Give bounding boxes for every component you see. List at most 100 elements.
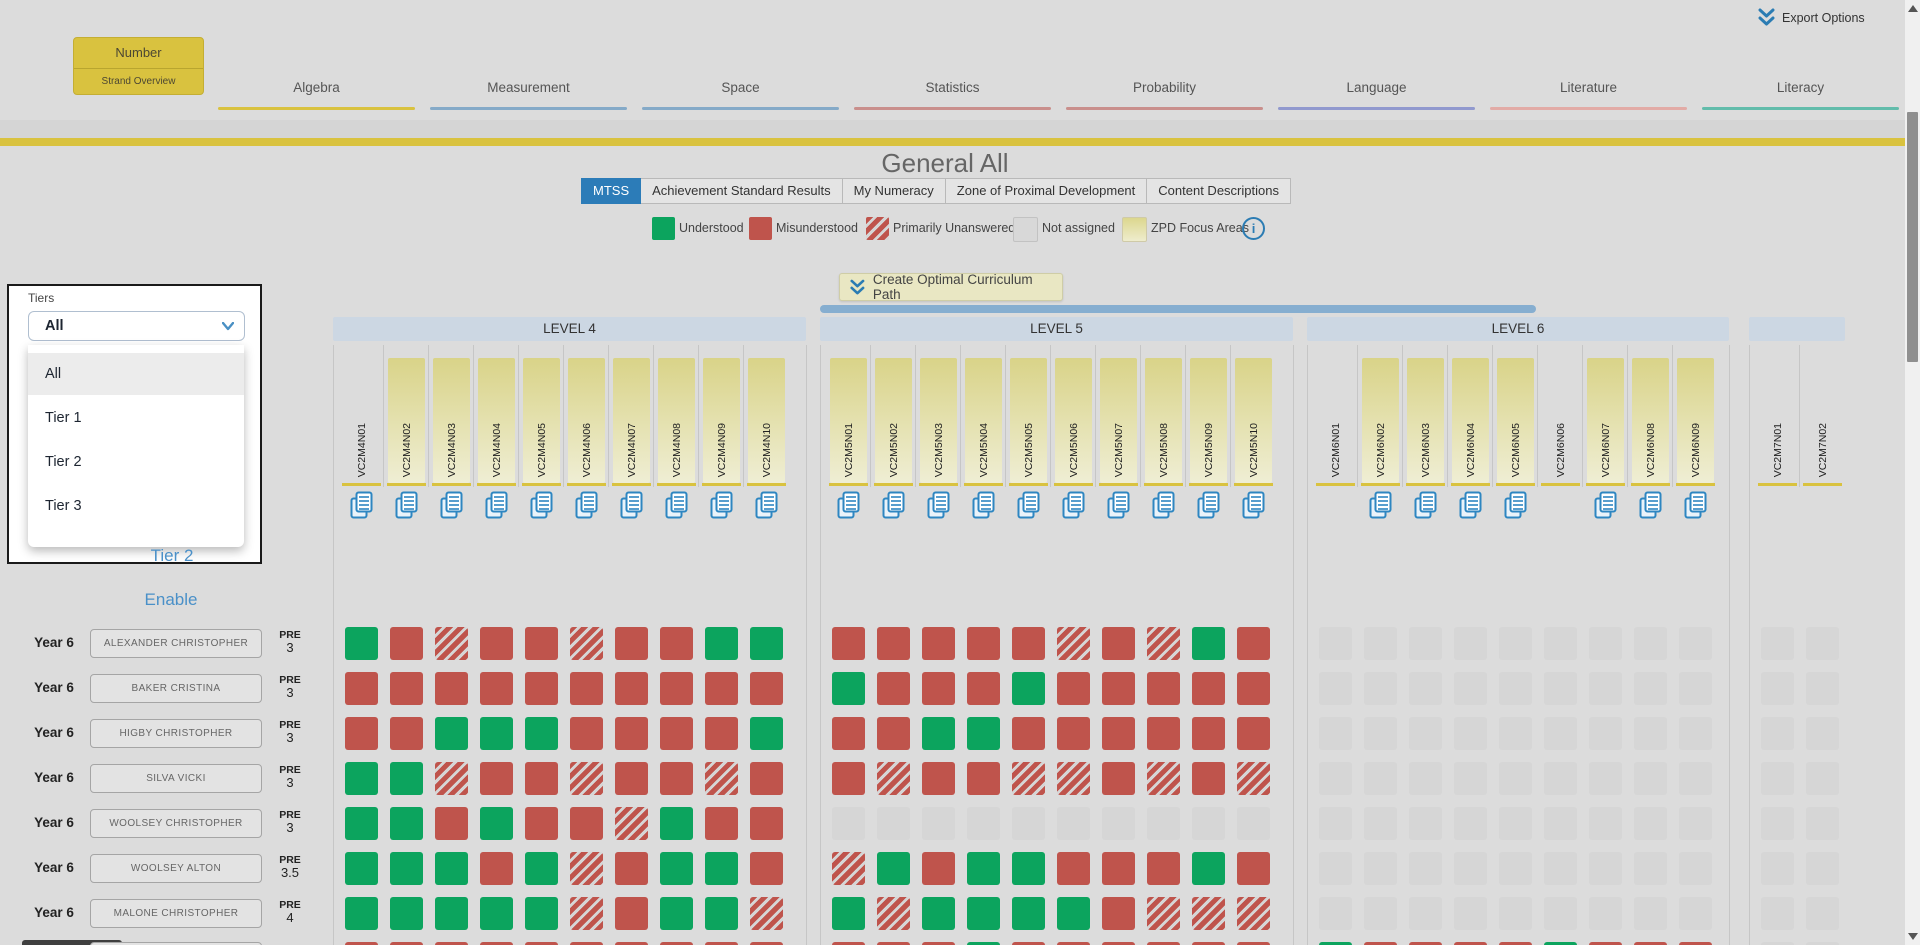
strand-tab-language[interactable]: Language <box>1278 72 1475 110</box>
result-cell-n[interactable] <box>1589 852 1622 885</box>
result-cell-r[interactable] <box>525 807 558 840</box>
result-cell-r[interactable] <box>1102 627 1135 660</box>
result-cell-n[interactable] <box>1499 807 1532 840</box>
result-cell-n[interactable] <box>1761 762 1794 795</box>
document-icon[interactable] <box>483 491 509 519</box>
result-cell-n[interactable] <box>877 807 910 840</box>
document-icon[interactable] <box>1412 491 1438 519</box>
result-cell-g[interactable] <box>525 897 558 930</box>
result-cell-n[interactable] <box>1544 852 1577 885</box>
result-cell-g[interactable] <box>390 807 423 840</box>
result-cell-g[interactable] <box>525 852 558 885</box>
result-cell-r[interactable] <box>1192 762 1225 795</box>
result-cell-r[interactable] <box>750 672 783 705</box>
document-icon[interactable] <box>835 491 861 519</box>
result-cell-n[interactable] <box>1499 852 1532 885</box>
tier-option-tier-2[interactable]: Tier 2 <box>28 441 244 483</box>
result-cell-r[interactable] <box>390 627 423 660</box>
result-cell-r[interactable] <box>525 672 558 705</box>
result-cell-n[interactable] <box>1319 852 1352 885</box>
result-cell-n[interactable] <box>1057 807 1090 840</box>
strand-tab-algebra[interactable]: Algebra <box>218 72 415 110</box>
document-icon[interactable] <box>573 491 599 519</box>
document-icon[interactable] <box>708 491 734 519</box>
document-icon[interactable] <box>393 491 419 519</box>
document-icon[interactable] <box>528 491 554 519</box>
result-cell-n[interactable] <box>1499 627 1532 660</box>
result-cell-n[interactable] <box>1544 672 1577 705</box>
result-cell-g[interactable] <box>345 897 378 930</box>
document-icon[interactable] <box>1150 491 1176 519</box>
result-cell-n[interactable] <box>1589 627 1622 660</box>
result-cell-r[interactable] <box>750 762 783 795</box>
result-cell-n[interactable] <box>1806 897 1839 930</box>
result-cell-n[interactable] <box>1454 627 1487 660</box>
result-cell-r[interactable] <box>480 627 513 660</box>
result-cell-n[interactable] <box>1634 852 1667 885</box>
result-cell-n[interactable] <box>1679 852 1712 885</box>
result-cell-n[interactable] <box>1761 717 1794 750</box>
result-cell-n[interactable] <box>1409 852 1442 885</box>
result-cell-n[interactable] <box>1806 807 1839 840</box>
result-cell-r[interactable] <box>660 627 693 660</box>
result-cell-n[interactable] <box>1806 672 1839 705</box>
result-cell-r[interactable] <box>435 672 468 705</box>
result-cell-r[interactable] <box>1237 717 1270 750</box>
document-icon[interactable] <box>1637 491 1663 519</box>
result-cell-r[interactable] <box>705 672 738 705</box>
result-cell-r[interactable] <box>1237 852 1270 885</box>
result-cell-r[interactable] <box>877 672 910 705</box>
result-cell-r[interactable] <box>705 717 738 750</box>
result-cell-n[interactable] <box>1319 627 1352 660</box>
result-cell-r[interactable] <box>390 672 423 705</box>
result-cell-n[interactable] <box>1761 897 1794 930</box>
strand-tab-literacy[interactable]: Literacy <box>1702 72 1899 110</box>
result-cell-n[interactable] <box>1679 762 1712 795</box>
strand-selector-button[interactable]: Number Strand Overview <box>73 37 204 95</box>
result-cell-r[interactable] <box>922 672 955 705</box>
result-cell-r[interactable] <box>660 672 693 705</box>
result-cell-g[interactable] <box>1012 897 1045 930</box>
result-cell-g[interactable] <box>345 807 378 840</box>
export-options-button[interactable]: Export Options <box>1758 8 1865 27</box>
result-cell-r[interactable] <box>750 852 783 885</box>
create-optimal-curriculum-path-button[interactable]: Create Optimal Curriculum Path <box>839 272 1063 302</box>
result-cell-p[interactable] <box>705 762 738 795</box>
result-cell-n[interactable] <box>922 807 955 840</box>
result-cell-r[interactable] <box>660 762 693 795</box>
scrollbar-thumb[interactable] <box>1907 112 1918 362</box>
result-cell-n[interactable] <box>1544 897 1577 930</box>
result-cell-g[interactable] <box>390 852 423 885</box>
result-cell-n[interactable] <box>1589 672 1622 705</box>
tier-option-all[interactable]: All <box>28 353 244 395</box>
result-cell-g[interactable] <box>345 852 378 885</box>
result-cell-n[interactable] <box>1192 807 1225 840</box>
result-cell-n[interactable] <box>1319 672 1352 705</box>
result-cell-n[interactable] <box>1634 717 1667 750</box>
result-cell-r[interactable] <box>1012 627 1045 660</box>
result-cell-g[interactable] <box>832 672 865 705</box>
result-cell-p[interactable] <box>570 897 603 930</box>
result-cell-g[interactable] <box>832 897 865 930</box>
result-cell-g[interactable] <box>660 807 693 840</box>
result-cell-n[interactable] <box>1634 627 1667 660</box>
result-cell-p[interactable] <box>1237 897 1270 930</box>
student-name-button[interactable]: ALEXANDER CHRISTOPHER <box>90 629 262 658</box>
result-cell-r[interactable] <box>1237 672 1270 705</box>
result-cell-r[interactable] <box>1102 672 1135 705</box>
result-cell-r[interactable] <box>967 672 1000 705</box>
result-cell-g[interactable] <box>660 897 693 930</box>
result-cell-n[interactable] <box>1364 672 1397 705</box>
strand-overview-button[interactable]: Strand Overview <box>74 68 203 94</box>
document-icon[interactable] <box>348 491 374 519</box>
result-cell-r[interactable] <box>660 717 693 750</box>
result-cell-g[interactable] <box>435 897 468 930</box>
document-icon[interactable] <box>1682 491 1708 519</box>
result-cell-n[interactable] <box>832 807 865 840</box>
result-cell-n[interactable] <box>1319 762 1352 795</box>
result-cell-n[interactable] <box>1679 897 1712 930</box>
result-cell-p[interactable] <box>877 897 910 930</box>
student-name-button[interactable]: BAKER CRISTINA <box>90 674 262 703</box>
result-cell-n[interactable] <box>1761 627 1794 660</box>
view-tab-zone-of-proximal-development[interactable]: Zone of Proximal Development <box>944 178 1148 204</box>
